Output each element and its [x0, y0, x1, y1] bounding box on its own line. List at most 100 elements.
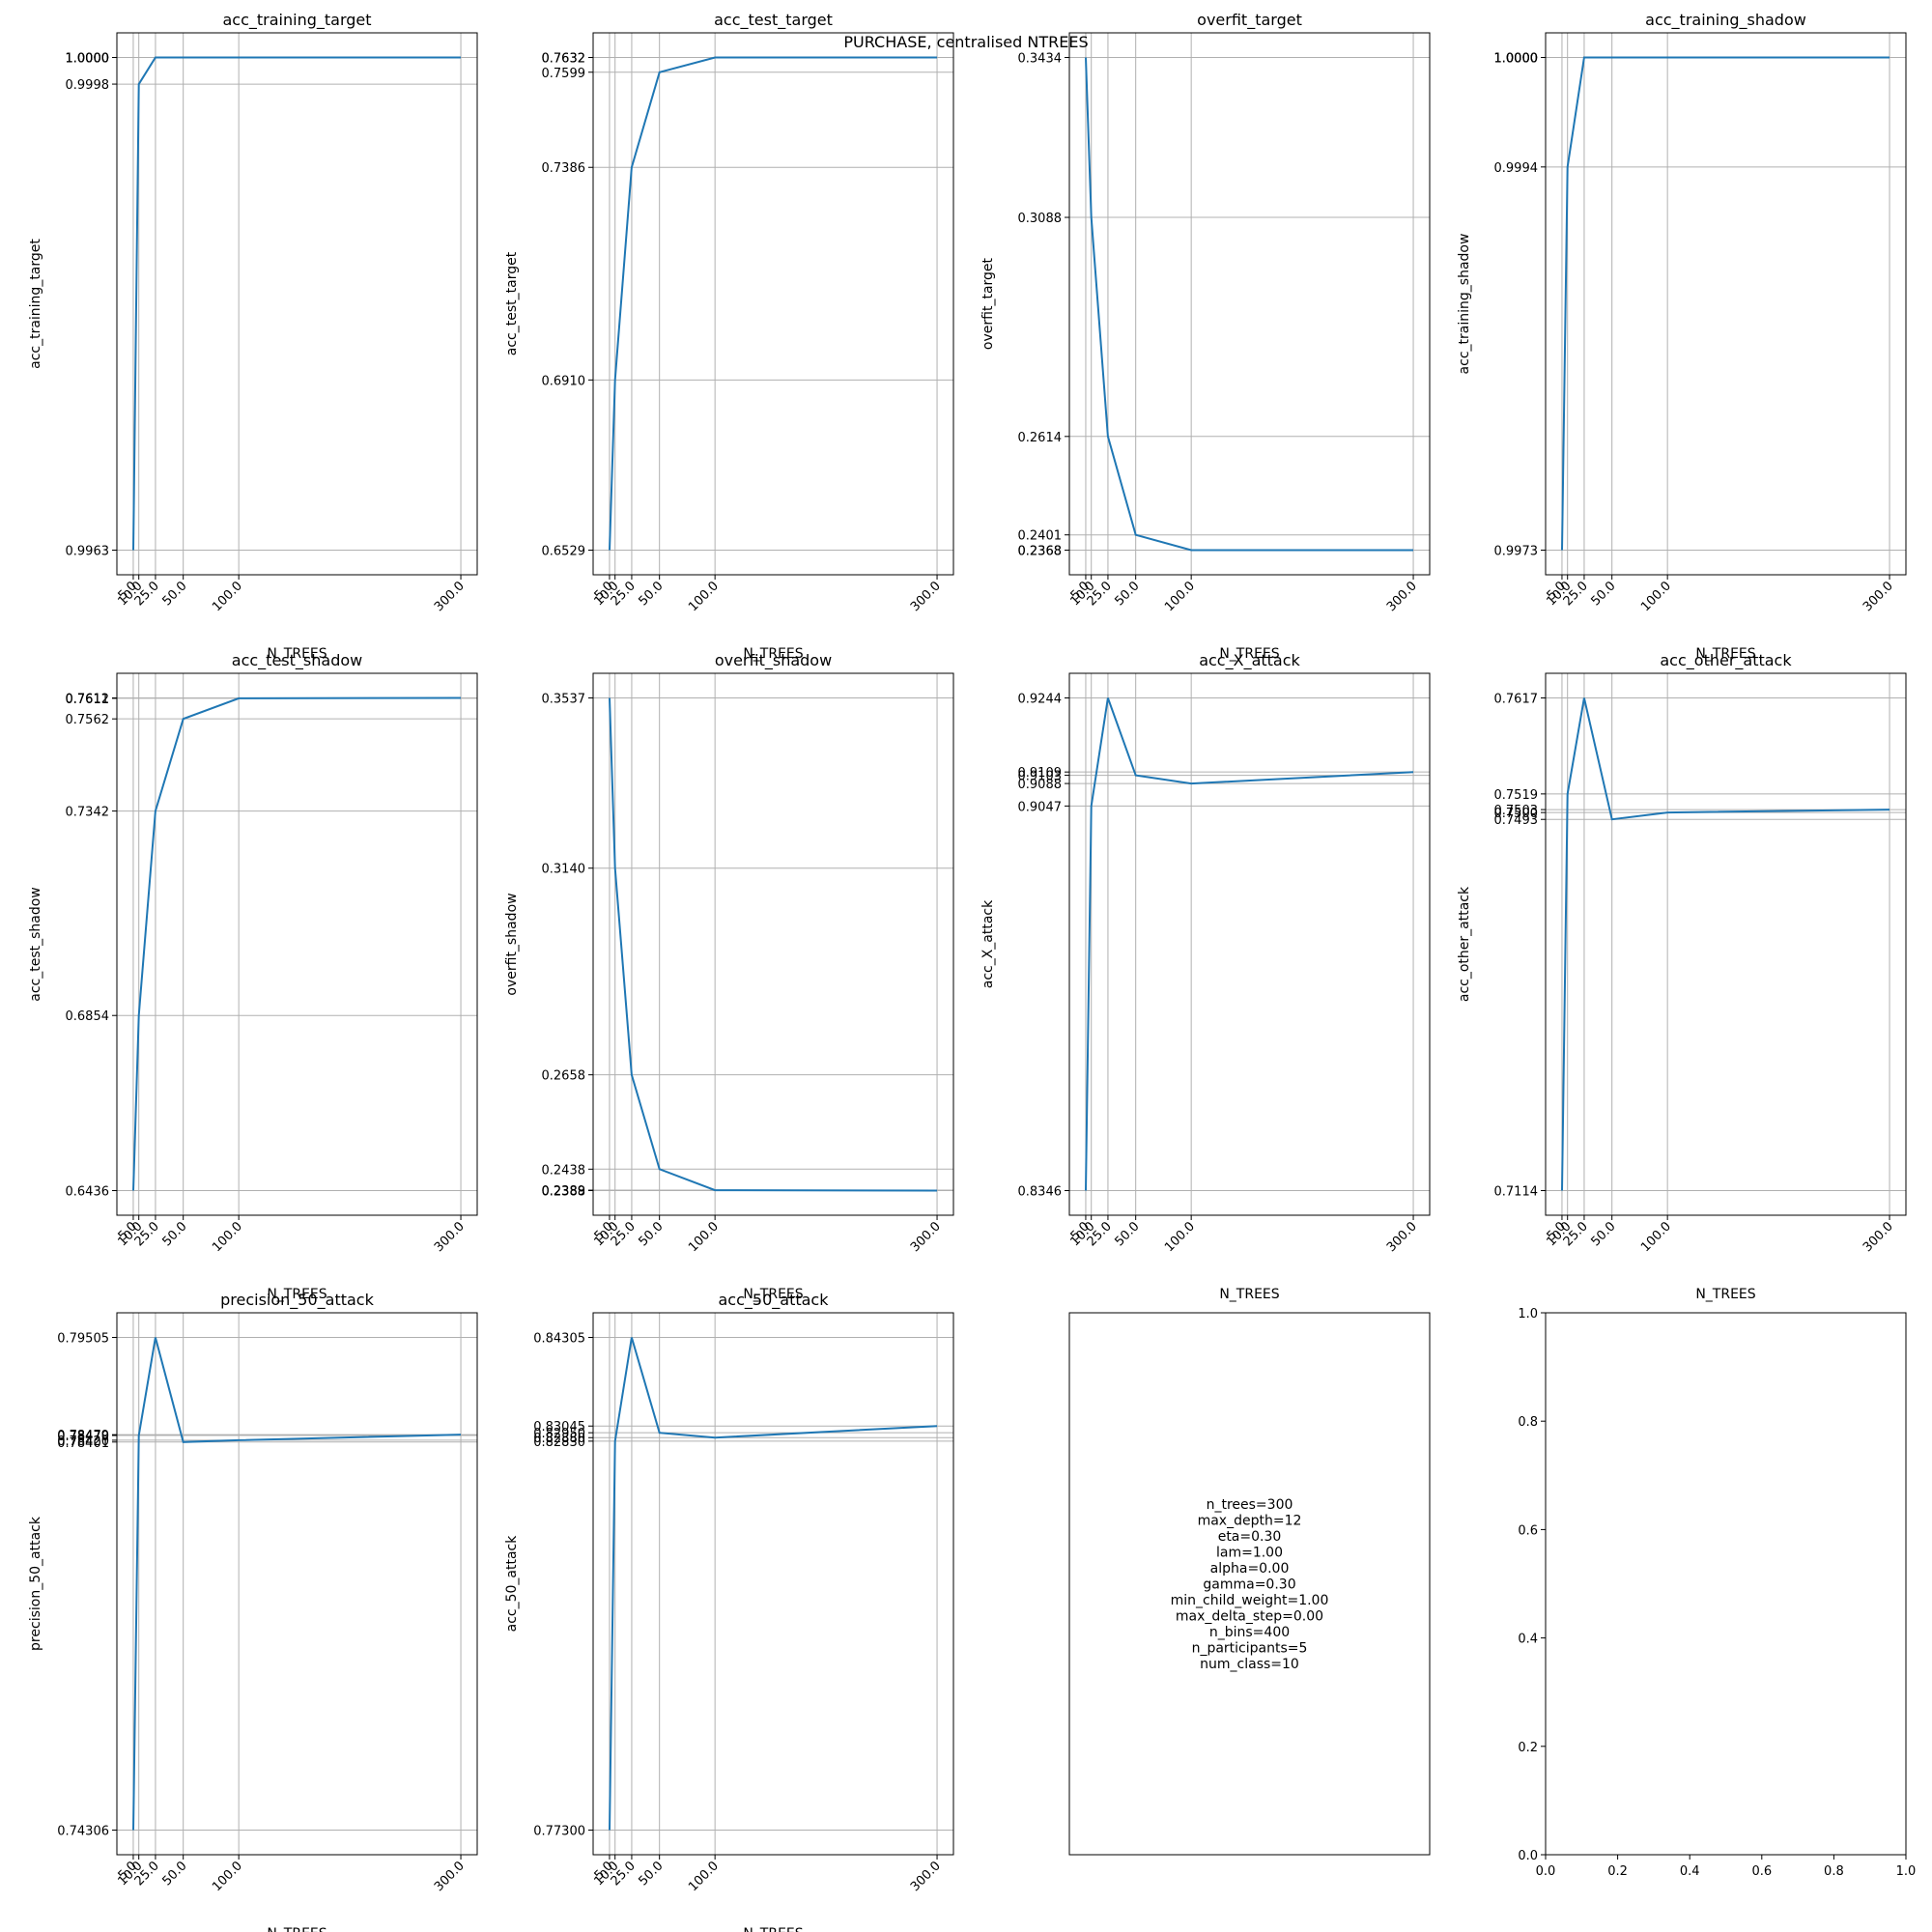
x-tick-label: 50.0	[636, 1219, 666, 1249]
x-tick-label: 100.0	[1638, 1219, 1674, 1255]
series-line	[132, 56, 461, 551]
param-line: num_class=10	[1200, 1657, 1299, 1672]
param-line: n_bins=400	[1209, 1625, 1290, 1640]
y-tick-label: 0.79505	[57, 1332, 109, 1347]
y-axis-label: acc_test_shadow	[28, 887, 43, 1002]
y-tick-label: 0.2388	[542, 1185, 586, 1200]
x-tick-label: 300.0	[1861, 579, 1896, 614]
y-tick-label: 0.6854	[66, 1009, 110, 1024]
y-tick-label: 0.9998	[66, 78, 110, 93]
series-line	[609, 697, 938, 1192]
y-tick-label: 0.2658	[542, 1069, 586, 1084]
x-axis-label: N_TREES	[743, 1926, 803, 1932]
y-tick-label: 0.3088	[1018, 212, 1063, 226]
y-tick-label: 0.77300	[533, 1825, 585, 1839]
y-axis-label: acc_50_attack	[504, 1535, 520, 1633]
subplot-title: acc_50_attack	[719, 1291, 830, 1310]
y-tick-label: 0.74306	[57, 1825, 109, 1839]
y-tick-label: 0.6	[1518, 1523, 1538, 1538]
y-axis-label: overfit_shadow	[504, 893, 520, 995]
subplot-title: acc_training_shadow	[1645, 11, 1806, 30]
y-tick-label: 0.83045	[533, 1420, 585, 1435]
y-tick-label: 0.9109	[1018, 766, 1063, 781]
x-tick-label: 300.0	[432, 1219, 468, 1255]
x-tick-label: 100.0	[1162, 579, 1198, 614]
param-line: alpha=0.00	[1210, 1561, 1290, 1577]
x-tick-label: 50.0	[1112, 579, 1142, 609]
x-tick-label: 100.0	[686, 1219, 722, 1255]
y-tick-label: 1.0	[1518, 1307, 1538, 1321]
x-axis-label: N_TREES	[267, 1926, 327, 1932]
x-tick-label: 50.0	[636, 1859, 666, 1889]
y-tick-label: 0.7612	[66, 693, 110, 707]
y-axis-label: acc_test_target	[504, 251, 520, 355]
y-tick-label: 0.9244	[1018, 693, 1063, 707]
subplot-title: acc_other_attack	[1660, 651, 1792, 670]
y-tick-label: 0.84305	[533, 1332, 585, 1347]
y-tick-label: 0.9994	[1494, 161, 1539, 176]
x-tick-label: 300.0	[1861, 1219, 1896, 1255]
y-axis-label: precision_50_attack	[28, 1516, 43, 1651]
x-tick-label: 50.0	[1112, 1219, 1142, 1249]
subplot-title: precision_50_attack	[220, 1291, 374, 1310]
y-tick-label: 0.3537	[542, 693, 586, 707]
subplot-acc_50_attack: 5.010.025.050.0 100.0 300.00.773000.828300…	[504, 1291, 954, 1932]
x-tick-label: 50.0	[1588, 579, 1618, 609]
y-tick-label: 0.7342	[66, 806, 110, 820]
empty-axes: 0.0 0.2 0.4 0.6 0.8 1.0 0.0 0.2 0.4 0.6 0.8 1.0	[1518, 1307, 1916, 1879]
y-tick-label: 0.78479	[57, 1429, 109, 1443]
subplot-title: acc_test_target	[714, 11, 833, 30]
y-tick-label: 0.7386	[542, 161, 586, 176]
y-tick-label: 0.3140	[542, 863, 586, 877]
x-axis-label: N_TREES	[1219, 1287, 1279, 1302]
axes-frame	[592, 672, 954, 1216]
figure: 5.010.025.050.0 100.0 300.00.99630.99981.0…	[28, 11, 1916, 1932]
subplot-title: overfit_target	[1197, 11, 1302, 30]
subplot-overfit_shadow: 5.010.025.050.0 100.0 300.00.35370.31400.2…	[504, 651, 954, 1302]
x-axis-label: N_TREES	[1695, 1287, 1755, 1302]
y-axis-label: overfit_target	[980, 257, 996, 350]
param-line: n_trees=300	[1207, 1497, 1293, 1513]
y-tick-label: 1.0000	[66, 52, 110, 67]
subplot-title: acc_training_target	[222, 11, 371, 30]
x-tick-label: 100.0	[210, 1859, 245, 1894]
y-axis-label: acc_training_shadow	[1457, 234, 1472, 375]
x-tick-label: 1.0	[1896, 1864, 1917, 1879]
x-tick-label: 300.0	[1384, 579, 1420, 614]
axes-frame	[1545, 672, 1907, 1216]
subplot-title: acc_test_shadow	[232, 651, 362, 670]
x-tick-label: 300.0	[1384, 1219, 1420, 1255]
series-line	[1085, 57, 1413, 552]
y-axis-label: acc_other_attack	[1457, 886, 1472, 1002]
x-tick-label: 50.0	[636, 579, 666, 609]
y-tick-label: 0.2401	[1018, 529, 1063, 544]
axes-frame	[1545, 32, 1907, 576]
y-tick-label: 0.4	[1518, 1633, 1538, 1647]
x-tick-label: 100.0	[210, 1219, 245, 1255]
axes-frame	[116, 32, 478, 576]
x-tick-label: 50.0	[159, 579, 189, 609]
x-tick-label: 50.0	[1588, 1219, 1618, 1249]
x-tick-label: 300.0	[908, 1859, 944, 1894]
subplot-acc_test_shadow: 5.010.025.050.0 100.0 300.00.64360.68540.7…	[28, 651, 478, 1302]
y-tick-label: 0.7562	[66, 713, 110, 727]
y-tick-label: 0.2614	[1018, 431, 1063, 445]
y-tick-label: 0.7114	[1494, 1185, 1539, 1200]
x-tick-label: 100.0	[686, 1859, 722, 1894]
series-line	[609, 56, 937, 551]
y-tick-label: 0.7519	[1494, 788, 1539, 803]
y-tick-label: 0.9963	[66, 545, 110, 559]
y-tick-label: 0.9047	[1018, 800, 1063, 814]
subplot-overfit_target: 5.010.025.050.0 100.0 300.00.34340.30880.2…	[980, 11, 1431, 662]
y-tick-label: 0.0	[1518, 1849, 1538, 1863]
x-tick-label: 100.0	[1162, 1219, 1198, 1255]
y-tick-label: 0.9973	[1494, 545, 1539, 559]
subplot-title: overfit_shadow	[715, 651, 832, 670]
subplot-acc_test_target: 5.010.025.050.0 100.0 300.00.65290.69100.7…	[504, 11, 954, 662]
y-axis-label: acc_training_target	[28, 239, 43, 369]
series-line	[1561, 56, 1889, 551]
x-tick-label: 100.0	[686, 579, 722, 614]
subplot-title: acc_X_attack	[1199, 651, 1300, 670]
y-tick-label: 0.8	[1518, 1415, 1538, 1430]
axes-frame	[116, 672, 478, 1216]
